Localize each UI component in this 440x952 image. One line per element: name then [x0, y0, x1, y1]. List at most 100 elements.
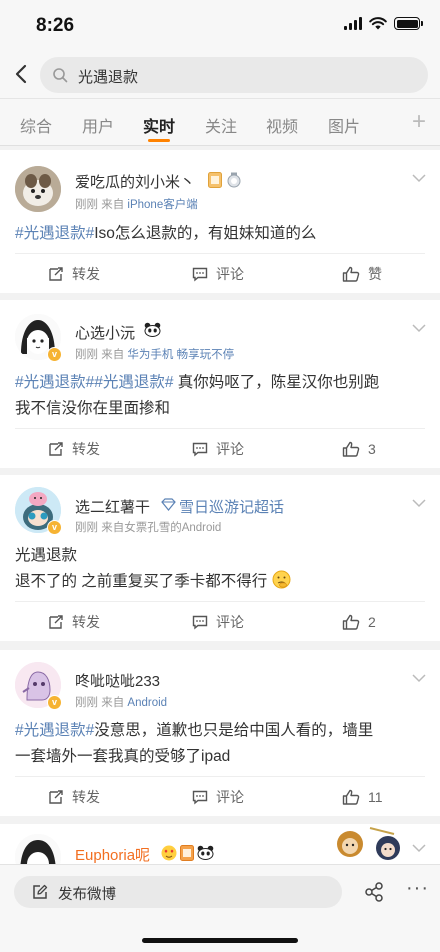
- supertopic-link[interactable]: 雪日巡游记超话: [179, 496, 284, 517]
- repost-button[interactable]: 转发: [48, 777, 100, 817]
- post-meta: 刚刚 来自 华为手机 畅享玩不停: [75, 349, 235, 361]
- repost-icon: [49, 442, 63, 456]
- edit-icon: [33, 884, 48, 899]
- post-card[interactable]: v 选二红薯干 雪日巡游记超话 刚刚 来自女票孔雪的Android 光遇退款 退…: [0, 475, 440, 641]
- like-button[interactable]: 2: [342, 602, 376, 642]
- verified-badge-icon: v: [47, 695, 62, 710]
- username[interactable]: 咚呲哒呲233: [75, 670, 160, 691]
- panda-emoji-icon: [144, 322, 161, 337]
- avatar[interactable]: [15, 166, 61, 212]
- wifi-icon: [369, 17, 387, 30]
- thumbs-up-icon: [342, 614, 360, 630]
- like-button[interactable]: 3: [342, 429, 376, 469]
- search-input[interactable]: 光遇退款: [40, 57, 428, 93]
- username[interactable]: 爱吃瓜的刘小米丶: [75, 171, 195, 192]
- post-meta: 刚刚 来自 Android: [75, 697, 168, 709]
- heart-eyes-emoji-icon: [161, 845, 177, 861]
- thinking-emoji-icon: [272, 570, 291, 589]
- tab-images[interactable]: 图片: [328, 113, 360, 137]
- chevron-down-icon[interactable]: [412, 844, 426, 853]
- post-card[interactable]: v 咚呲哒呲233 刚刚 来自 Android #光遇退款#没意思，道歉也只是给…: [0, 650, 440, 816]
- post-text-line: 一套墙外一套我真的受够了ipad: [15, 748, 231, 765]
- repost-button[interactable]: 转发: [48, 429, 100, 469]
- post-card[interactable]: v 心选小沅 刚刚 来自 华为手机 畅享玩不停 #光遇退款##光遇退款# 真你妈…: [0, 300, 440, 468]
- chevron-down-icon[interactable]: [412, 174, 426, 183]
- hashtag-link[interactable]: #光遇退款#: [94, 374, 173, 391]
- thumbs-up-icon: [342, 266, 360, 282]
- chevron-down-icon[interactable]: [412, 324, 426, 333]
- comment-icon: [192, 442, 208, 457]
- card-decoration-icon: [337, 827, 400, 860]
- add-tab-icon[interactable]: +: [412, 108, 426, 136]
- diamond-icon: [161, 498, 176, 511]
- medal-icon: [227, 172, 241, 188]
- post-text-line: 退不了的 之前重复买了季卡都不得行: [15, 573, 268, 590]
- post-actions: 转发 评论 赞: [15, 253, 425, 293]
- post-text: #光遇退款#Iso怎么退款的，有姐妹知道的么: [15, 225, 317, 242]
- member-badge-icon: [208, 172, 222, 188]
- active-tab-indicator: [148, 139, 170, 142]
- post-text-line: 我不信没你在里面掺和: [15, 400, 171, 417]
- post-text-line: #光遇退款##光遇退款# 真你妈呕了，陈星汉你也别跑: [15, 374, 380, 391]
- chevron-down-icon[interactable]: [412, 499, 426, 508]
- battery-icon: [394, 17, 423, 30]
- share-icon[interactable]: [364, 882, 384, 902]
- tab-following[interactable]: 关注: [205, 113, 237, 137]
- search-header: 光遇退款: [0, 52, 440, 98]
- back-arrow-icon[interactable]: [10, 62, 34, 86]
- filter-tabs: 综合 用户 实时 关注 视频 图片 +: [0, 98, 440, 146]
- avatar[interactable]: [15, 834, 61, 864]
- hashtag-link[interactable]: #光遇退款#: [15, 722, 94, 739]
- search-icon: [53, 68, 68, 83]
- more-options-icon[interactable]: ···: [406, 877, 429, 900]
- verified-badge-icon: v: [47, 347, 62, 362]
- tab-comprehensive[interactable]: 综合: [20, 113, 52, 137]
- hashtag-link[interactable]: #光遇退款#: [15, 225, 94, 242]
- repost-button[interactable]: 转发: [48, 254, 100, 294]
- comment-button[interactable]: 评论: [192, 429, 244, 469]
- username[interactable]: 心选小沅: [75, 322, 135, 343]
- repost-icon: [49, 267, 63, 281]
- like-button[interactable]: 赞: [342, 254, 382, 294]
- home-indicator: [142, 938, 298, 943]
- post-card[interactable]: 爱吃瓜的刘小米丶 刚刚 来自 iPhone客户端 #光遇退款#Iso怎么退款的，…: [0, 150, 440, 293]
- comment-button[interactable]: 评论: [192, 254, 244, 294]
- member-badge-icon: [180, 845, 194, 861]
- comment-button[interactable]: 评论: [192, 602, 244, 642]
- post-text: #光遇退款#没意思，道歉也只是给中国人看的，墙里 一套墙外一套我真的受够了ipa…: [15, 718, 426, 770]
- status-bar: 8:26: [0, 0, 440, 52]
- post-source-link: 华为手机 畅享玩不停: [127, 349, 235, 361]
- panda-emoji-icon: [197, 845, 214, 860]
- thumbs-up-icon: [342, 441, 360, 457]
- post-text-line: #光遇退款#没意思，道歉也只是给中国人看的，墙里: [15, 722, 374, 739]
- username[interactable]: Euphoria呢: [75, 844, 150, 864]
- hashtag-link[interactable]: #光遇退款#: [15, 374, 94, 391]
- comment-icon: [192, 267, 208, 282]
- comment-button[interactable]: 评论: [192, 777, 244, 817]
- search-query: 光遇退款: [78, 69, 139, 86]
- post-actions: 转发 评论 2: [15, 601, 425, 641]
- post-text: #光遇退款##光遇退款# 真你妈呕了，陈星汉你也别跑 我不信没你在里面掺和: [15, 370, 426, 422]
- compose-button[interactable]: 发布微博: [14, 876, 342, 908]
- post-source-link: iPhone客户端: [127, 199, 198, 211]
- tab-video[interactable]: 视频: [266, 113, 298, 137]
- cellular-signal-icon: [344, 17, 362, 30]
- tab-realtime[interactable]: 实时: [143, 113, 175, 137]
- comment-icon: [192, 615, 208, 630]
- like-button[interactable]: 11: [342, 777, 383, 817]
- repost-icon: [49, 615, 63, 629]
- username[interactable]: 选二红薯干: [75, 496, 150, 517]
- post-actions: 转发 评论 3: [15, 428, 425, 468]
- status-icons: [344, 17, 423, 30]
- repost-button[interactable]: 转发: [48, 602, 100, 642]
- compose-label: 发布微博: [58, 887, 116, 903]
- post-text: 光遇退款 退不了的 之前重复买了季卡都不得行: [15, 543, 426, 595]
- post-text-line: 光遇退款: [15, 547, 78, 564]
- comment-icon: [192, 790, 208, 805]
- post-actions: 转发 评论 11: [15, 776, 425, 816]
- chevron-down-icon[interactable]: [412, 674, 426, 683]
- post-card[interactable]: Euphoria呢: [0, 824, 440, 864]
- tab-users[interactable]: 用户: [82, 113, 114, 137]
- repost-icon: [49, 790, 63, 804]
- post-meta: 刚刚 来自女票孔雪的Android: [75, 522, 222, 534]
